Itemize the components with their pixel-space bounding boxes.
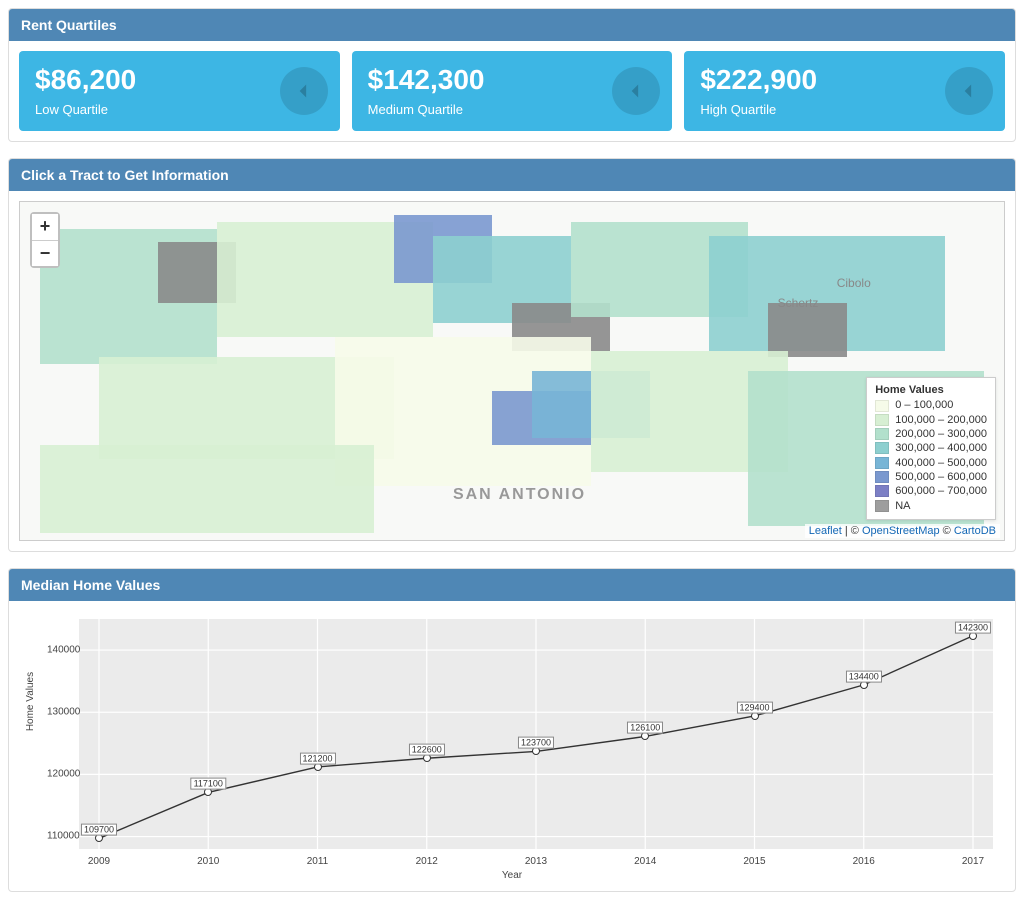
legend-row: 500,000 – 600,000	[875, 470, 987, 484]
legend-row: 300,000 – 400,000	[875, 441, 987, 455]
legend-swatch	[875, 442, 889, 454]
zoom-in-button[interactable]: +	[32, 214, 58, 240]
median-home-values-panel: Median Home Values Home Values Year 1097…	[8, 568, 1016, 892]
legend-swatch	[875, 400, 889, 412]
legend-label: 300,000 – 400,000	[895, 441, 987, 455]
legend-swatch	[875, 485, 889, 497]
legend-swatch	[875, 471, 889, 483]
zoom-out-button[interactable]: −	[32, 240, 58, 266]
quartile-label: Low Quartile	[35, 102, 324, 117]
quartile-label: Medium Quartile	[368, 102, 657, 117]
legend-swatch	[875, 428, 889, 440]
quartile-cards: $86,200 Low Quartile $142,300 Medium Qua…	[19, 51, 1005, 131]
line-chart: Home Values Year 109700 117100 121200 12260…	[19, 611, 1005, 881]
chart-point-label: 142300	[955, 621, 991, 633]
legend-row: 0 – 100,000	[875, 398, 987, 412]
legend-label: 600,000 – 700,000	[895, 484, 987, 498]
quartile-card-high[interactable]: $222,900 High Quartile	[684, 51, 1005, 131]
legend-row: 100,000 – 200,000	[875, 413, 987, 427]
legend-swatch	[875, 414, 889, 426]
chart-xtick: 2016	[853, 856, 875, 867]
chart-xlabel: Year	[502, 870, 522, 881]
city-label: SAN ANTONIO	[453, 486, 586, 504]
chart-point-label: 122600	[409, 744, 445, 756]
chart-xtick: 2012	[416, 856, 438, 867]
chart-xtick: 2014	[634, 856, 656, 867]
legend-label: 400,000 – 500,000	[895, 456, 987, 470]
chart-point-label: 126100	[627, 722, 663, 734]
legend-row: NA	[875, 499, 987, 513]
arrow-left-icon	[612, 67, 660, 115]
legend-row: 600,000 – 700,000	[875, 484, 987, 498]
chart-ytick: 120000	[47, 769, 80, 780]
legend-label: 500,000 – 600,000	[895, 470, 987, 484]
map-panel: Click a Tract to Get Information SAN ANT…	[8, 158, 1016, 552]
chart-point-label: 123700	[518, 737, 554, 749]
chart-ylabel: Home Values	[25, 672, 36, 731]
map-region[interactable]	[768, 303, 847, 357]
chart-ytick: 110000	[47, 831, 80, 842]
map-attribution: Leaflet | © OpenStreetMap © CartoDB	[805, 524, 1000, 538]
legend-label: 0 – 100,000	[895, 398, 953, 412]
legend-swatch	[875, 500, 889, 512]
rent-quartiles-panel: Rent Quartiles $86,200 Low Quartile $142…	[8, 8, 1016, 142]
zoom-control: + −	[30, 212, 60, 268]
map-legend: Home Values 0 – 100,000100,000 – 200,000…	[866, 377, 996, 519]
quartile-card-medium[interactable]: $142,300 Medium Quartile	[352, 51, 673, 131]
arrow-left-icon	[280, 67, 328, 115]
chart-header: Median Home Values	[9, 569, 1015, 601]
chart-xtick: 2013	[525, 856, 547, 867]
chart-ytick: 130000	[47, 707, 80, 718]
legend-label: 100,000 – 200,000	[895, 413, 987, 427]
chart-xtick: 2009	[88, 856, 110, 867]
chart-xtick: 2017	[962, 856, 984, 867]
chart-xtick: 2011	[307, 856, 329, 867]
choropleth-map[interactable]: SAN ANTONIO Schertz Cibolo + − Home Valu…	[19, 201, 1005, 541]
chart-point-label: 129400	[736, 701, 772, 713]
chart-point-label: 134400	[846, 670, 882, 682]
legend-label: NA	[895, 499, 910, 513]
attribution-osm-link[interactable]: OpenStreetMap	[862, 525, 940, 537]
chart-xtick: 2015	[743, 856, 765, 867]
chart-xtick: 2010	[197, 856, 219, 867]
legend-row: 200,000 – 300,000	[875, 427, 987, 441]
map-region[interactable]	[40, 445, 375, 533]
map-header: Click a Tract to Get Information	[9, 159, 1015, 191]
legend-title: Home Values	[875, 384, 987, 396]
rent-quartiles-header: Rent Quartiles	[9, 9, 1015, 41]
legend-label: 200,000 – 300,000	[895, 427, 987, 441]
chart-point-label: 121200	[299, 752, 335, 764]
quartile-label: High Quartile	[700, 102, 989, 117]
legend-row: 400,000 – 500,000	[875, 456, 987, 470]
chart-point-label: 109700	[81, 824, 117, 836]
attribution-leaflet-link[interactable]: Leaflet	[809, 525, 842, 537]
quartile-card-low[interactable]: $86,200 Low Quartile	[19, 51, 340, 131]
chart-ytick: 140000	[47, 644, 80, 655]
attribution-cartodb-link[interactable]: CartoDB	[954, 525, 996, 537]
arrow-left-icon	[945, 67, 993, 115]
legend-swatch	[875, 457, 889, 469]
chart-point-label: 117100	[191, 778, 226, 790]
